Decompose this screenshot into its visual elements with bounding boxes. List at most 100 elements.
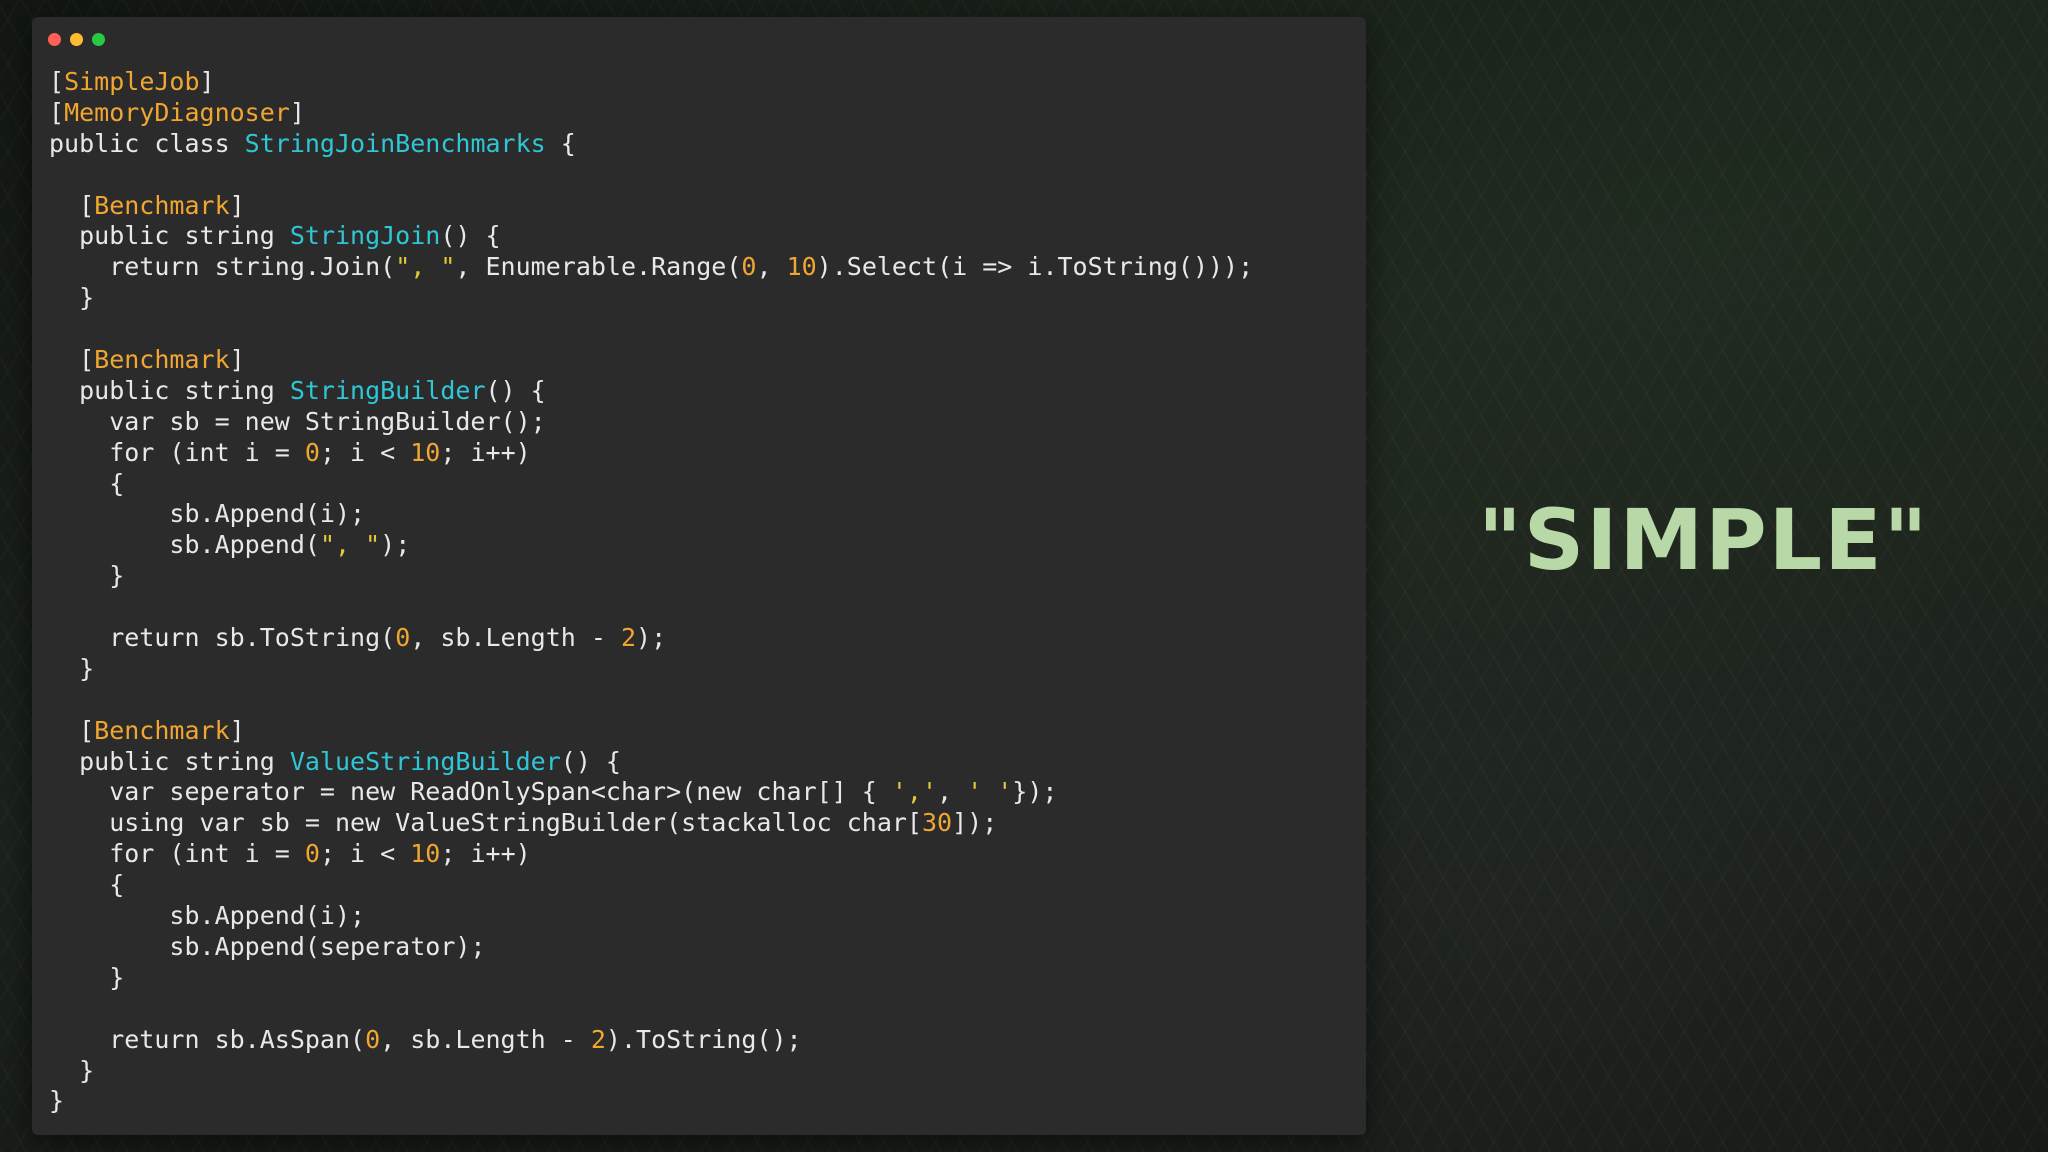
- code-line: {: [49, 469, 1253, 500]
- code-line: public class StringJoinBenchmarks {: [49, 129, 1253, 160]
- code-line: [Benchmark]: [49, 716, 1253, 747]
- code-token-number: 0: [365, 1024, 381, 1054]
- code-token-text: , sb.Length -: [380, 1024, 591, 1054]
- code-token-text: () {: [560, 746, 621, 776]
- code-line: }: [49, 654, 1253, 685]
- code-token-type: ValueStringBuilder: [289, 746, 561, 776]
- code-token-number: 10: [410, 839, 441, 869]
- code-token-text: }: [49, 1086, 65, 1116]
- code-line: }: [49, 283, 1253, 314]
- code-token-text: }: [49, 1055, 95, 1085]
- code-line: [Benchmark]: [49, 345, 1253, 376]
- code-token-text: [: [49, 715, 95, 745]
- code-token-number: 0: [741, 252, 757, 282]
- code-token-text: sb.Append(i);: [49, 901, 366, 931]
- code-token-text: ; i <: [319, 437, 411, 467]
- code-token-string: ", ": [319, 530, 381, 560]
- code-line: sb.Append(seperator);: [49, 932, 1253, 963]
- code-token-text: }: [49, 653, 95, 683]
- code-token-attribute: Benchmark: [94, 345, 230, 375]
- code-token-text: ).ToString();: [605, 1024, 802, 1054]
- code-token-number: 30: [921, 808, 953, 838]
- window-controls: [48, 33, 105, 46]
- code-token-number: 10: [410, 437, 441, 467]
- code-token-text: ]: [229, 345, 245, 375]
- code-token-text: [: [49, 97, 65, 127]
- code-line: return sb.ToString(0, sb.Length - 2);: [49, 623, 1253, 654]
- code-token-string: ',': [891, 777, 938, 807]
- code-line: [Benchmark]: [49, 191, 1253, 222]
- code-token-text: var sb = new StringBuilder();: [49, 406, 546, 436]
- code-token-text: public string: [49, 375, 290, 405]
- code-token-text: {: [49, 468, 125, 498]
- zoom-window-icon[interactable]: [92, 33, 105, 46]
- code-token-text: [: [49, 67, 65, 96]
- code-token-text: public class: [49, 128, 245, 158]
- code-token-text: sb.Append(seperator);: [49, 931, 486, 961]
- code-token-text: ; i <: [319, 839, 411, 869]
- code-token-text: ,: [937, 777, 968, 807]
- code-token-text: ,: [756, 252, 787, 282]
- code-token-text: , sb.Length -: [410, 623, 621, 653]
- code-token-text: [: [49, 345, 95, 375]
- code-token-text: for (int i =: [49, 437, 305, 467]
- code-token-text: ; i++): [440, 839, 531, 869]
- code-token-text: ]: [229, 190, 245, 220]
- code-token-number: 2: [620, 623, 637, 653]
- code-line: {: [49, 870, 1253, 901]
- code-token-text: ]: [229, 715, 245, 745]
- code-token-text: );: [636, 623, 667, 653]
- code-token-text: using var sb = new ValueStringBuilder(st…: [49, 808, 922, 838]
- code-line: }: [49, 963, 1253, 994]
- code-token-text: ]: [289, 97, 305, 127]
- code-token-text: ]);: [952, 808, 998, 838]
- code-token-number: 2: [590, 1024, 606, 1054]
- code-line: sb.Append(i);: [49, 499, 1253, 530]
- code-token-text: });: [1012, 777, 1058, 807]
- code-token-text: ).Select(i => i.ToString()));: [816, 252, 1254, 282]
- code-line: return sb.AsSpan(0, sb.Length - 2).ToStr…: [49, 1025, 1253, 1056]
- code-line: var seperator = new ReadOnlySpan<char>(n…: [49, 777, 1253, 808]
- code-token-attribute: SimpleJob: [64, 67, 200, 96]
- close-window-icon[interactable]: [48, 33, 61, 46]
- code-token-text: return sb.ToString(: [49, 623, 396, 653]
- code-line: [MemoryDiagnoser]: [49, 98, 1253, 129]
- code-line: var sb = new StringBuilder();: [49, 407, 1253, 438]
- code-block: [SimpleJob] [MemoryDiagnoser] public class…: [49, 67, 1253, 1117]
- code-token-attribute: MemoryDiagnoser: [64, 97, 290, 127]
- code-line: [SimpleJob]: [49, 67, 1253, 98]
- slide-title: "SIMPLE": [1478, 491, 1930, 589]
- code-line: sb.Append(i);: [49, 901, 1253, 932]
- code-token-number: 0: [395, 623, 411, 653]
- code-line: using var sb = new ValueStringBuilder(st…: [49, 808, 1253, 839]
- code-line: public string StringJoin() {: [49, 221, 1253, 252]
- code-token-text: return sb.AsSpan(: [49, 1024, 366, 1054]
- code-line: }: [49, 1086, 1253, 1117]
- code-token-string: ", ": [395, 252, 456, 282]
- code-token-text: ]: [199, 67, 215, 96]
- code-token-text: }: [49, 962, 125, 992]
- code-token-text: return string.Join(: [49, 252, 396, 282]
- code-token-text: public string: [49, 221, 290, 251]
- code-token-text: [: [49, 190, 95, 220]
- code-line: return string.Join(", ", Enumerable.Rang…: [49, 252, 1253, 283]
- code-line: sb.Append(", ");: [49, 530, 1253, 561]
- code-token-type: StringJoin: [289, 221, 441, 251]
- code-token-number: 10: [786, 252, 817, 282]
- code-token-string: ' ': [967, 777, 1013, 807]
- code-token-text: );: [380, 530, 411, 560]
- code-token-text: }: [49, 561, 125, 591]
- code-token-attribute: Benchmark: [94, 715, 230, 745]
- code-line: for (int i = 0; i < 10; i++): [49, 438, 1253, 469]
- code-line: for (int i = 0; i < 10; i++): [49, 839, 1253, 870]
- minimize-window-icon[interactable]: [70, 33, 83, 46]
- code-token-attribute: Benchmark: [94, 190, 230, 220]
- code-token-text: {: [49, 870, 125, 900]
- code-token-text: sb.Append(: [49, 530, 320, 560]
- code-token-type: StringJoinBenchmarks: [244, 128, 546, 158]
- code-token-text: var seperator = new ReadOnlySpan<char>(n…: [49, 777, 892, 807]
